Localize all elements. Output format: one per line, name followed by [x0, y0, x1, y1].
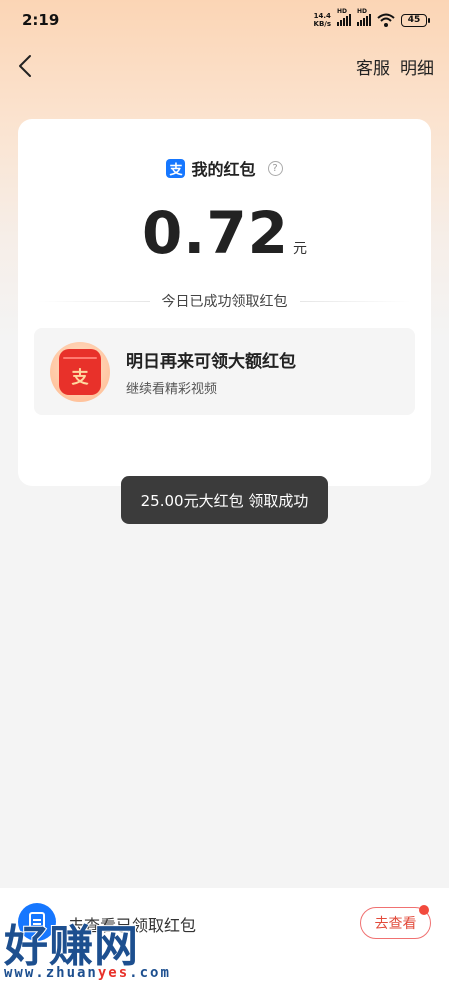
status-indicators: 14.4 KB/s HD HD 45 — [313, 8, 430, 28]
detail-link[interactable]: 明细 — [400, 54, 434, 79]
chevron-left-icon — [19, 55, 31, 77]
watermark: 好赚网 www.zhuanyes.com — [0, 910, 200, 1000]
customer-service-link[interactable]: 客服 — [356, 54, 390, 79]
success-row: 今日已成功领取红包 — [38, 291, 411, 311]
status-bar: 2:19 14.4 KB/s HD HD 45 — [0, 0, 449, 40]
signal-1-icon: HD — [337, 8, 351, 26]
card-title-row: 支 我的红包 ? — [18, 156, 431, 180]
toast-message: 25.00元大红包 领取成功 — [121, 476, 328, 524]
card-title: 我的红包 — [191, 160, 256, 179]
amount-row: 0.72 元 — [18, 199, 431, 267]
watermark-url: www.zhuanyes.com — [4, 965, 171, 981]
divider-right — [299, 300, 411, 302]
wifi-icon — [377, 13, 395, 27]
status-time: 2:19 — [22, 11, 60, 29]
signal-2-icon: HD — [357, 8, 371, 26]
divider-left — [38, 300, 150, 302]
alipay-logo-icon: 支 — [166, 158, 186, 178]
help-icon[interactable]: ? — [267, 160, 283, 176]
promo-banner[interactable]: 支 明日再来可领大额红包 继续看精彩视频 — [34, 328, 415, 415]
amount-value: 0.72 — [141, 199, 290, 267]
promo-subtitle: 继续看精彩视频 — [126, 382, 218, 397]
amount-unit: 元 — [293, 241, 308, 257]
success-text: 今日已成功领取红包 — [161, 294, 288, 310]
battery-icon: 45 — [401, 13, 430, 27]
header-links: 客服 明细 — [356, 54, 434, 79]
promo-title: 明日再来可领大额红包 — [126, 352, 296, 372]
app-header: 客服 明细 — [0, 44, 449, 88]
red-envelope-icon: 支 — [50, 342, 110, 402]
network-speed: 14.4 KB/s — [313, 12, 331, 28]
notification-dot — [419, 905, 429, 915]
back-button[interactable] — [10, 50, 40, 82]
red-packet-card: 支 我的红包 ? 0.72 元 今日已成功领取红包 支 明日再来可领大额红包 继… — [18, 119, 431, 486]
envelope-shape: 支 — [59, 349, 101, 395]
